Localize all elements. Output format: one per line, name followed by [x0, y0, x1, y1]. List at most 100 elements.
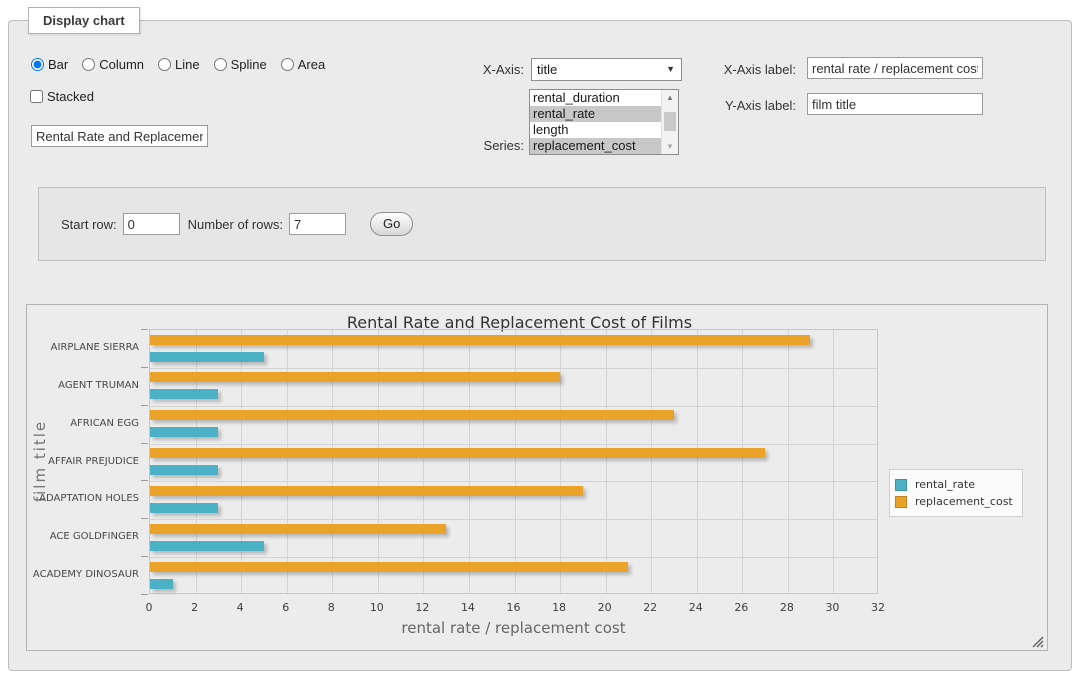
gridline	[697, 330, 698, 593]
chart-type-radio-area[interactable]	[281, 58, 294, 71]
bar-replacement_cost	[150, 524, 446, 534]
gridline	[423, 330, 424, 593]
y-tick-mark	[141, 518, 148, 519]
fieldset-legend: Display chart	[28, 7, 140, 34]
page: { "controls": { "fieldset_legend": "Disp…	[0, 0, 1081, 681]
bar-replacement_cost	[150, 562, 628, 572]
legend-swatch-rental_rate	[895, 479, 907, 491]
gridline	[150, 444, 877, 445]
bar-rental_rate	[150, 503, 218, 513]
y-axis-label-input[interactable]	[807, 93, 983, 115]
gridline	[332, 330, 333, 593]
stacked-label: Stacked	[47, 89, 94, 104]
number-of-rows-label: Number of rows:	[188, 217, 283, 232]
gridline	[150, 406, 877, 407]
y-category-label: ACADEMY DINOSAUR	[27, 569, 139, 580]
x-tick-label: 20	[598, 601, 612, 614]
legend-entry-replacement_cost: replacement_cost	[895, 494, 1013, 509]
chart-panel: Rental Rate and Replacement Cost of Film…	[26, 304, 1048, 651]
x-tick-label: 14	[461, 601, 475, 614]
chart-type-label: Bar	[48, 57, 68, 72]
gridline	[196, 330, 197, 593]
stacked-checkbox-row: Stacked	[30, 89, 94, 104]
x-tick-label: 32	[871, 601, 885, 614]
series-option-rental_duration[interactable]: rental_duration	[530, 90, 661, 106]
scrollbar-thumb[interactable]	[664, 112, 676, 131]
bar-rental_rate	[150, 352, 264, 362]
gridline	[833, 330, 834, 593]
x-tick-label: 22	[643, 601, 657, 614]
legend-entry-rental_rate: rental_rate	[895, 477, 1013, 492]
bar-replacement_cost	[150, 410, 674, 420]
x-tick-label: 2	[191, 601, 198, 614]
chart-legend: rental_rate replacement_cost	[889, 469, 1023, 517]
number-of-rows-input[interactable]	[289, 213, 346, 235]
row-range-form: Start row: Number of rows: Go	[38, 187, 1046, 261]
gridline	[150, 368, 877, 369]
chart-type-label: Column	[99, 57, 144, 72]
chart-type-option-area: Area	[281, 57, 325, 72]
y-category-label: AFFAIR PREJUDICE	[27, 456, 139, 467]
y-category-label: AGENT TRUMAN	[27, 380, 139, 391]
chart-type-radio-spline[interactable]	[214, 58, 227, 71]
x-axis-label-input[interactable]	[807, 57, 983, 79]
y-tick-mark	[141, 594, 148, 595]
y-category-label: ADAPTATION HOLES	[27, 493, 139, 504]
start-row-label: Start row:	[61, 217, 117, 232]
chart-type-radio-column[interactable]	[82, 58, 95, 71]
legend-swatch-replacement_cost	[895, 496, 907, 508]
chart-type-radio-line[interactable]	[158, 58, 171, 71]
scroll-down-icon[interactable]: ▼	[662, 139, 678, 154]
bar-replacement_cost	[150, 448, 765, 458]
chart-type-option-line: Line	[158, 57, 200, 72]
chart-type-radio-group: BarColumnLineSplineArea	[31, 57, 325, 72]
chart-type-label: Area	[298, 57, 325, 72]
gridline	[515, 330, 516, 593]
x-tick-label: 26	[734, 601, 748, 614]
gridline	[560, 330, 561, 593]
x-tick-label: 24	[689, 601, 703, 614]
chart-x-axis-title: rental rate / replacement cost	[149, 619, 878, 637]
chart-title-input[interactable]	[31, 125, 208, 147]
go-button[interactable]: Go	[370, 212, 413, 236]
x-tick-label: 28	[780, 601, 794, 614]
x-axis-selected-value: title	[537, 62, 557, 77]
x-tick-label: 0	[146, 601, 153, 614]
bar-rental_rate	[150, 389, 218, 399]
legend-label: rental_rate	[915, 478, 975, 491]
y-tick-mark	[141, 443, 148, 444]
chart-type-option-bar: Bar	[31, 57, 68, 72]
start-row-input[interactable]	[123, 213, 180, 235]
resize-handle-icon[interactable]	[1032, 635, 1044, 647]
x-tick-label: 4	[237, 601, 244, 614]
x-tick-label: 18	[552, 601, 566, 614]
stacked-checkbox[interactable]	[30, 90, 43, 103]
y-category-label: ACE GOLDFINGER	[27, 531, 139, 542]
y-category-label: AFRICAN EGG	[27, 418, 139, 429]
series-option-replacement_cost[interactable]: replacement_cost	[530, 138, 661, 154]
gridline	[742, 330, 743, 593]
series-option-length[interactable]: length	[530, 122, 661, 138]
x-tick-label: 8	[328, 601, 335, 614]
y-category-label: AIRPLANE SIERRA	[27, 342, 139, 353]
gridline	[788, 330, 789, 593]
series-option-rental_rate[interactable]: rental_rate	[530, 106, 661, 122]
bar-rental_rate	[150, 579, 173, 589]
x-tick-label: 10	[370, 601, 384, 614]
gridline	[606, 330, 607, 593]
bar-rental_rate	[150, 427, 218, 437]
gridline	[150, 557, 877, 558]
x-tick-label: 6	[282, 601, 289, 614]
bar-replacement_cost	[150, 486, 583, 496]
gridline	[150, 519, 877, 520]
y-tick-mark	[141, 556, 148, 557]
x-axis-select-label: X-Axis:	[429, 62, 524, 77]
y-axis-label-label: Y-Axis label:	[649, 98, 796, 113]
legend-label: replacement_cost	[915, 495, 1013, 508]
x-tick-label: 16	[507, 601, 521, 614]
chart-type-option-column: Column	[82, 57, 144, 72]
gridline	[651, 330, 652, 593]
gridline	[241, 330, 242, 593]
gridline	[469, 330, 470, 593]
chart-type-radio-bar[interactable]	[31, 58, 44, 71]
